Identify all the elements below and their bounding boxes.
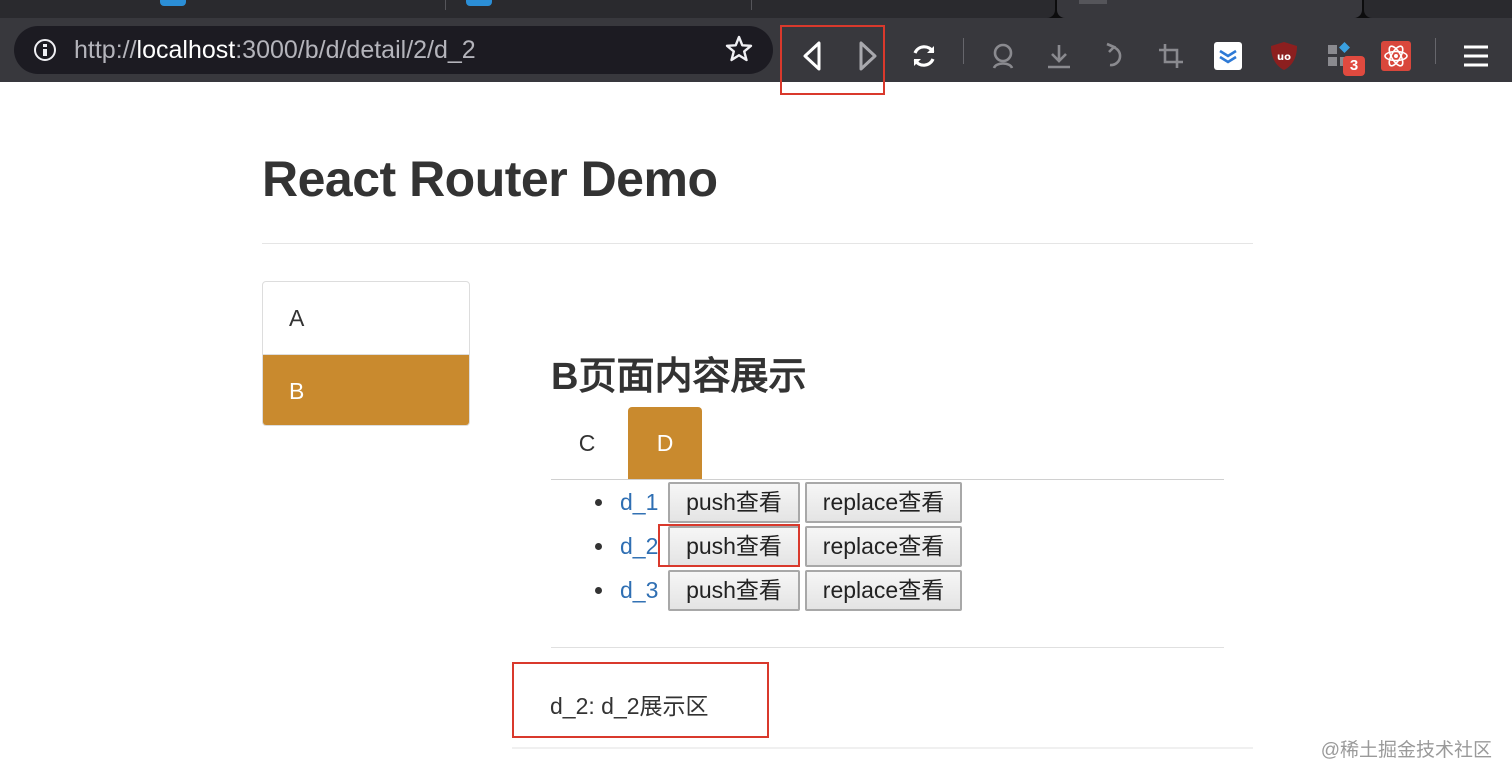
bullet-icon xyxy=(595,542,602,550)
reload-icon xyxy=(913,45,935,67)
bookmark-star-icon[interactable] xyxy=(723,33,755,65)
tab-favicon-icon xyxy=(160,0,186,6)
bottom-divider xyxy=(512,747,1253,749)
list-item: d_1 push查看 replace查看 xyxy=(595,480,967,524)
react-devtools-button[interactable] xyxy=(1376,36,1416,76)
content-divider xyxy=(551,647,1224,648)
nav-item-b[interactable]: B xyxy=(263,354,469,425)
toolbar-divider xyxy=(1435,38,1436,64)
download-icon xyxy=(1048,45,1070,69)
url-bar[interactable]: http://localhost:3000/b/d/detail/2/d_2 xyxy=(14,26,773,74)
url-scheme: http:// xyxy=(74,36,137,64)
push-button-highlight xyxy=(658,524,800,567)
push-button-d1[interactable]: push查看 xyxy=(668,481,800,523)
main-nav: A B xyxy=(262,281,470,426)
toggl-extension-button[interactable] xyxy=(1208,36,1248,76)
replace-button-d1[interactable]: replace查看 xyxy=(805,481,962,523)
tab-strip xyxy=(0,0,1512,18)
browser-tab-1[interactable] xyxy=(0,0,446,18)
watermark: @稀土掘金技术社区 xyxy=(1320,740,1492,761)
browser-tab-active[interactable] xyxy=(1057,0,1362,18)
browser-tab-2[interactable] xyxy=(446,0,752,18)
menu-button[interactable] xyxy=(1456,36,1496,76)
section-title: B页面内容展示 xyxy=(551,356,807,398)
browser-tab-5[interactable] xyxy=(1364,0,1512,18)
svg-text:uo: uo xyxy=(1277,52,1291,63)
nav-buttons-highlight xyxy=(780,25,885,95)
download-button[interactable] xyxy=(1039,36,1079,76)
ublock-extension-button[interactable]: uo xyxy=(1264,36,1304,76)
undo-icon xyxy=(1106,42,1122,67)
crop-icon xyxy=(1159,44,1183,68)
subtab-d[interactable]: D xyxy=(628,407,702,480)
extension-count-badge: 3 xyxy=(1343,56,1365,76)
pocket-icon xyxy=(992,43,1014,69)
pocket-button[interactable] xyxy=(983,36,1023,76)
detail-link-d3[interactable]: d_3 xyxy=(620,577,668,604)
url-text[interactable]: http://localhost:3000/b/d/detail/2/d_2 xyxy=(74,37,476,63)
url-host: localhost xyxy=(136,36,236,64)
menu-icon xyxy=(1464,45,1488,67)
bullet-icon xyxy=(595,498,602,506)
undo-button[interactable] xyxy=(1095,36,1135,76)
react-devtools-icon xyxy=(1381,41,1411,71)
title-divider xyxy=(262,243,1253,244)
crop-button[interactable] xyxy=(1151,36,1191,76)
toggl-icon xyxy=(1214,42,1242,70)
push-button-d3[interactable]: push查看 xyxy=(668,569,800,611)
toolbar-divider xyxy=(963,38,964,64)
replace-button-d2[interactable]: replace查看 xyxy=(805,525,962,567)
reload-button[interactable] xyxy=(904,36,944,76)
display-text: d_2: d_2展示区 xyxy=(550,693,709,719)
subtab-c[interactable]: C xyxy=(551,407,623,480)
list-item: d_3 push查看 replace查看 xyxy=(595,568,967,612)
replace-button-d3[interactable]: replace查看 xyxy=(805,569,962,611)
browser-toolbar: http://localhost:3000/b/d/detail/2/d_2 u… xyxy=(0,18,1512,82)
bullet-icon xyxy=(595,586,602,594)
detail-link-d1[interactable]: d_1 xyxy=(620,489,668,516)
ublock-icon: uo xyxy=(1271,42,1297,70)
site-info-icon[interactable] xyxy=(34,39,56,61)
url-path: :3000/b/d/detail/2/d_2 xyxy=(235,36,476,64)
page-title: React Router Demo xyxy=(262,151,718,207)
tab-favicon-icon xyxy=(466,0,492,6)
browser-tab-3[interactable] xyxy=(752,0,1055,18)
nav-item-a[interactable]: A xyxy=(263,282,469,354)
tab-favicon-icon xyxy=(1079,0,1107,4)
